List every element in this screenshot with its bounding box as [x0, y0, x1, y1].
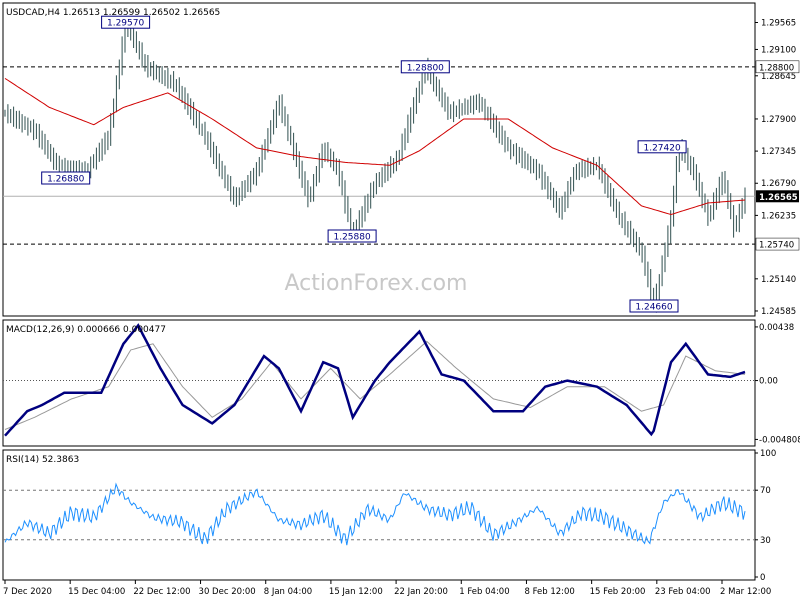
x-tick-label: 30 Dec 20:00 [199, 587, 256, 597]
macd-panel: MACD(12,26,9) 0.000666 0.000477 0.00438 0… [2, 319, 800, 447]
x-tick-label: 15 Feb 20:00 [590, 587, 646, 597]
x-tick-label: 2 Mar 12:00 [720, 587, 771, 597]
price-annotation-label: 1.28800 [407, 63, 444, 73]
rsi-y-tick-label: 30 [760, 536, 771, 546]
y-tick-label: 1.27900 [761, 115, 796, 125]
macd-title: MACD(12,26,9) 0.000666 0.000477 [6, 325, 166, 335]
x-tick-label: 1 Feb 04:00 [459, 587, 509, 597]
rsi-panel: RSI(14) 52.3863 100 70 30 0 [2, 449, 776, 583]
rsi-y-tick-label: 70 [760, 486, 771, 496]
x-tick-label: 8 Feb 12:00 [524, 587, 574, 597]
rsi-title: RSI(14) 52.3863 [6, 455, 79, 465]
x-tick-label: 8 Jan 04:00 [264, 587, 312, 597]
macd-y-tick-label: 0.00438 [759, 323, 794, 333]
x-tick-label: 15 Dec 04:00 [68, 587, 125, 597]
price-annotation-label: 1.25880 [333, 233, 370, 243]
x-tick-label: 23 Feb 04:00 [655, 587, 711, 597]
x-tick-label: 22 Dec 12:00 [133, 587, 190, 597]
x-tick-label: 7 Dec 2020 [3, 587, 52, 597]
x-tick-label: 15 Jan 12:00 [329, 587, 383, 597]
y-tick-label: 1.28645 [761, 72, 796, 82]
macd-y-tick-label: 0.00 [759, 377, 778, 387]
forex-chart: ActionForex.com 1.28800 1.25740 1.29570 1.… [0, 0, 800, 600]
current-price-label: 1.26565 [759, 193, 798, 203]
rsi-y-tick-label: 0 [760, 573, 765, 583]
y-tick-label: 1.25140 [761, 275, 796, 285]
y-tick-label: 1.26235 [761, 211, 796, 221]
price-panel: ActionForex.com 1.28800 1.25740 1.29570 1.… [2, 2, 800, 317]
level-price-label: 1.25740 [759, 241, 794, 251]
price-annotation-label: 1.24660 [635, 303, 672, 313]
chart-header: USDCAD,H4 1.26513 1.26599 1.26502 1.2656… [6, 8, 220, 18]
y-tick-label: 1.29565 [761, 19, 796, 29]
x-tick-label: 22 Jan 20:00 [394, 587, 448, 597]
price-annotation-label: 1.26880 [47, 175, 84, 185]
price-annotation-label: 1.27420 [643, 143, 680, 153]
rsi-y-tick-label: 100 [760, 449, 776, 459]
price-annotation-label: 1.29570 [107, 19, 144, 29]
rsi-panel-frame [2, 449, 756, 581]
y-tick-label: 1.26790 [761, 179, 796, 189]
macd-y-tick-label: -0.004808 [759, 435, 800, 445]
y-tick-label: 1.24585 [761, 307, 796, 317]
y-tick-label: 1.27345 [761, 147, 796, 157]
watermark: ActionForex.com [285, 271, 468, 296]
price-panel-frame [2, 2, 756, 317]
y-tick-label: 1.29100 [761, 45, 796, 55]
